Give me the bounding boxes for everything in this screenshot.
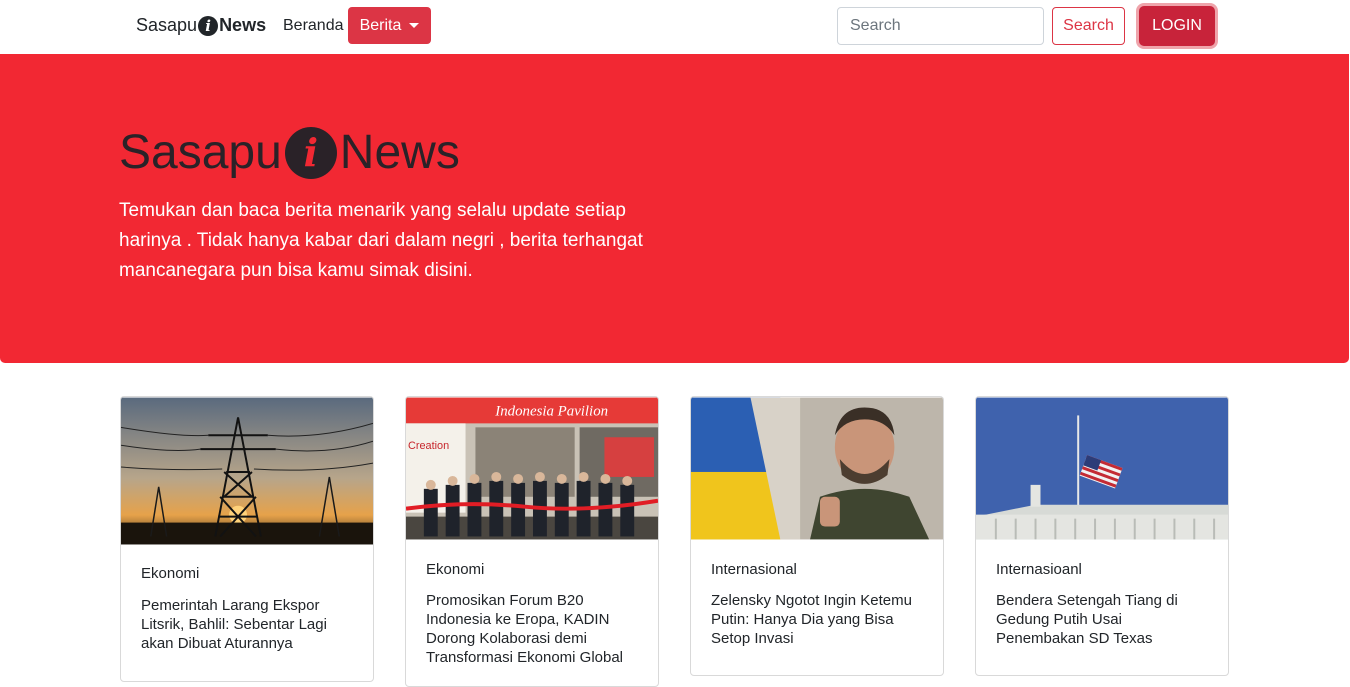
info-icon: i [198,15,219,36]
berita-dropdown-button[interactable]: Berita [348,7,431,44]
search-input[interactable] [837,7,1044,45]
brand-text-right: News [219,15,267,35]
navbar: Sasapu i News Beranda Berita Search LOGI… [0,0,1350,54]
creation-sign-text: Creation [408,440,449,452]
card-category: Ekonomi [426,561,485,578]
berita-dropdown-label: Berita [359,16,402,34]
hero-title-left: Sasapu [119,126,282,179]
nav-link-beranda[interactable]: Beranda [283,17,344,35]
news-card[interactable]: Indonesia Pavilion Creation Ekonomi Prom… [405,396,659,687]
card-title[interactable]: Pemerintah Larang Ekspor Litsrik, Bahlil… [141,596,353,653]
card-title[interactable]: Zelensky Ngotot Ingin Ketemu Putin: Hany… [711,591,923,648]
news-card[interactable]: Ekonomi Pemerintah Larang Ekspor Litsrik… [120,396,374,682]
card-category: Internasioanl [996,561,1082,578]
brand-text-left: Sasapu [136,15,198,35]
card-title[interactable]: Promosikan Forum B20 Indonesia ke Eropa,… [426,591,638,667]
hero-jumbotron: Sasapu i News Temukan dan baca berita me… [0,54,1349,363]
hero-title-right: News [339,126,460,179]
white-house-flag-image [976,397,1228,540]
info-icon: i [284,126,337,179]
news-card[interactable]: Internasioanl Bendera Setengah Tiang di … [975,396,1229,676]
zelensky-flag-image [691,397,943,540]
card-category: Ekonomi [141,565,200,582]
hero-title: Sasapu i News [119,125,460,180]
search-button[interactable]: Search [1052,7,1125,45]
navbar-brand[interactable]: Sasapu i News [136,15,266,36]
hero-lead: Temukan dan baca berita menarik yang sel… [119,200,643,281]
news-card[interactable]: Internasional Zelensky Ngotot Ingin Kete… [690,396,944,676]
card-category: Internasional [711,561,797,578]
pavilion-sign-text: Indonesia Pavilion [494,403,608,419]
caret-down-icon [409,23,420,28]
power-tower-sunset-image [121,397,373,545]
login-button[interactable]: LOGIN [1139,6,1215,46]
card-title[interactable]: Bendera Setengah Tiang di Gedung Putih U… [996,591,1208,648]
indonesia-pavilion-ribbon-image: Indonesia Pavilion Creation [406,397,658,540]
